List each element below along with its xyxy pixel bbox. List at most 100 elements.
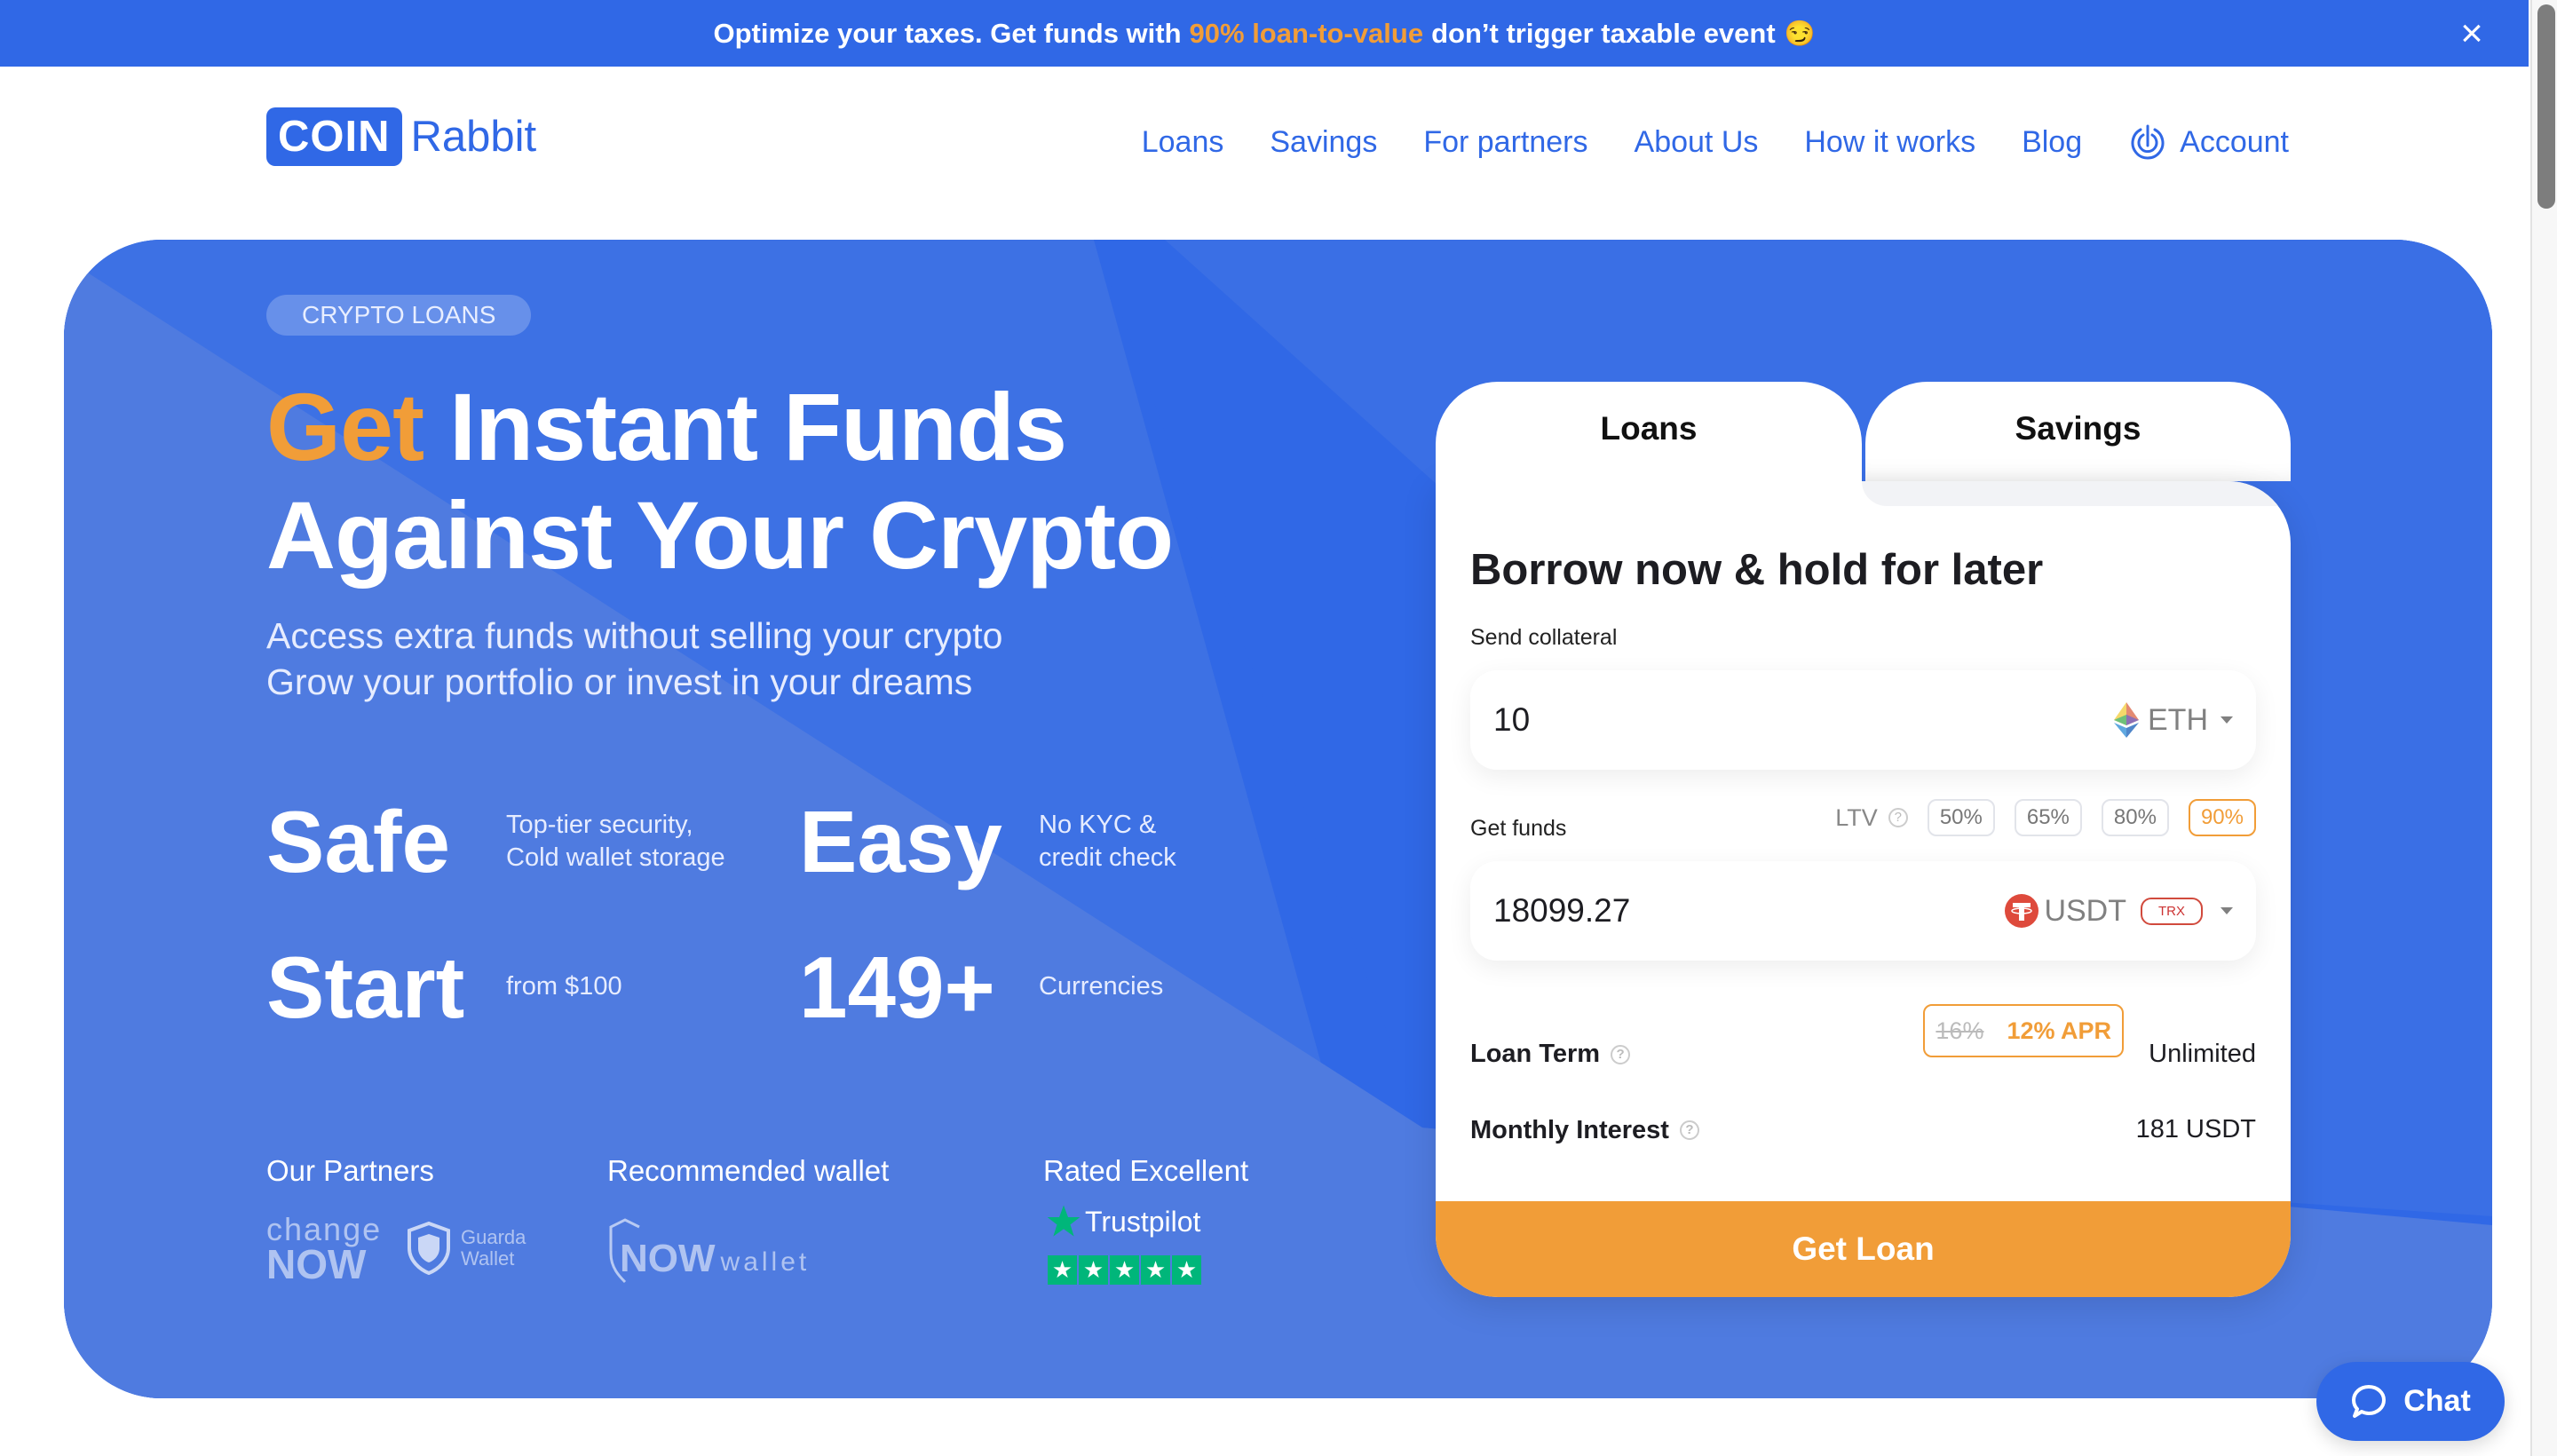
changenow-top: change bbox=[266, 1211, 383, 1247]
trustpilot-logo[interactable]: Trustpilot bbox=[1046, 1204, 1200, 1239]
stat-easy-line2: credit check bbox=[1039, 843, 1176, 872]
nav-blog[interactable]: Blog bbox=[2022, 125, 2082, 160]
get-currency-select[interactable]: USDT TRX bbox=[2005, 894, 2233, 929]
crypto-loans-pill: CRYPTO LOANS bbox=[266, 295, 532, 336]
account-link[interactable]: Account bbox=[2180, 125, 2289, 160]
get-funds-label: Get funds bbox=[1470, 816, 1567, 841]
banner-text-before: Optimize your taxes. Get funds with bbox=[713, 17, 1182, 49]
ltv-label: LTV bbox=[1835, 803, 1878, 831]
chat-label: Chat bbox=[2403, 1384, 2471, 1418]
tether-icon bbox=[2005, 894, 2039, 928]
help-icon[interactable]: ? bbox=[1888, 808, 1908, 827]
trustpilot-star-box: ★ bbox=[1110, 1255, 1139, 1285]
headline-line1: Instant Funds bbox=[449, 373, 1067, 480]
send-amount-input[interactable] bbox=[1493, 701, 2114, 739]
eth-icon bbox=[2114, 702, 2139, 738]
chevron-down-icon bbox=[2221, 907, 2233, 914]
trustpilot-rating: ★ ★ ★ ★ ★ bbox=[1048, 1255, 1203, 1285]
stat-start: Start bbox=[266, 938, 465, 1036]
hero-headline: Get Instant Funds Against Your Crypto bbox=[266, 373, 1174, 590]
nav-how-it-works[interactable]: How it works bbox=[1804, 125, 1975, 160]
send-currency-select[interactable]: ETH bbox=[2114, 702, 2233, 738]
get-funds-field: USDT TRX bbox=[1470, 861, 2256, 961]
chevron-down-icon bbox=[2221, 716, 2233, 724]
now-wallet-shield-icon bbox=[609, 1218, 640, 1284]
get-amount-input[interactable] bbox=[1493, 892, 2006, 930]
guarda-bottom: Wallet bbox=[461, 1247, 515, 1270]
ltv-selector: LTV ? 50% 65% 80% 90% bbox=[1835, 799, 2256, 836]
page-scrollbar[interactable] bbox=[2530, 0, 2557, 1456]
card-title: Borrow now & hold for later bbox=[1470, 546, 2044, 594]
tab-loans[interactable]: Loans bbox=[1436, 382, 1862, 506]
close-icon[interactable]: × bbox=[2454, 14, 2490, 53]
loan-term-label: Loan Term ? bbox=[1470, 1040, 1631, 1069]
guarda-text: Guarda Wallet bbox=[461, 1227, 526, 1270]
chat-bubble-icon bbox=[2352, 1384, 2387, 1418]
nav-loans[interactable]: Loans bbox=[1142, 125, 1224, 160]
network-badge: TRX bbox=[2141, 897, 2203, 925]
monthly-interest-value: 181 USDT bbox=[2135, 1115, 2256, 1143]
ltv-option-90[interactable]: 90% bbox=[2188, 799, 2256, 836]
account-power-icon bbox=[2131, 124, 2165, 160]
rated-excellent-title: Rated Excellent bbox=[1043, 1154, 1249, 1187]
trustpilot-text: Trustpilot bbox=[1085, 1205, 1201, 1238]
hero-subtitle: Access extra funds without selling your … bbox=[266, 613, 1003, 705]
tab-divider bbox=[1862, 481, 2291, 506]
banner-highlight: 90% loan-to-value bbox=[1189, 17, 1424, 49]
changenow-bottom: NOW bbox=[266, 1241, 367, 1287]
monthly-interest-text: Monthly Interest bbox=[1470, 1115, 1669, 1144]
ltv-option-80[interactable]: 80% bbox=[2101, 799, 2169, 836]
send-collateral-label: Send collateral bbox=[1470, 625, 1618, 650]
main-nav: Loans Savings For partners About Us How … bbox=[1096, 123, 2289, 162]
loan-card: Savings Borrow now & hold for later Send… bbox=[1436, 382, 2291, 1297]
now-wallet-logo[interactable]: NOW wallet bbox=[607, 1215, 810, 1286]
stat-easy-line1: No KYC & bbox=[1039, 811, 1157, 839]
subtitle-line1: Access extra funds without selling your … bbox=[266, 615, 1003, 656]
ltv-option-65[interactable]: 65% bbox=[2014, 799, 2082, 836]
stat-safe-line2: Cold wallet storage bbox=[506, 843, 725, 872]
guarda-top: Guarda bbox=[461, 1226, 526, 1248]
recommended-wallet-title: Recommended wallet bbox=[607, 1154, 890, 1187]
tab-savings[interactable]: Savings bbox=[1865, 382, 2291, 481]
tab-loans-label: Loans bbox=[1600, 410, 1698, 447]
stat-easy-desc: No KYC & credit check bbox=[1039, 809, 1176, 874]
scrollbar-thumb[interactable] bbox=[2537, 4, 2555, 209]
nav-for-partners[interactable]: For partners bbox=[1423, 125, 1587, 160]
nav-account[interactable]: Account bbox=[2128, 123, 2289, 162]
banner-text-after: don’t trigger taxable event bbox=[1431, 17, 1776, 49]
subtitle-line2: Grow your portfolio or invest in your dr… bbox=[266, 661, 973, 702]
logo-rabbit: Rabbit bbox=[410, 113, 537, 161]
help-icon[interactable]: ? bbox=[1679, 1120, 1699, 1140]
send-currency-label: ETH bbox=[2148, 702, 2208, 737]
stat-start-desc: from $100 bbox=[506, 972, 622, 1001]
chat-button[interactable]: Chat bbox=[2316, 1362, 2505, 1441]
headline-accent: Get bbox=[266, 373, 424, 480]
nav-savings[interactable]: Savings bbox=[1270, 125, 1377, 160]
nav-about-us[interactable]: About Us bbox=[1635, 125, 1759, 160]
coinrabbit-logo[interactable]: COIN Rabbit bbox=[266, 107, 536, 166]
stat-easy: Easy bbox=[799, 793, 1002, 890]
monthly-interest-label: Monthly Interest ? bbox=[1470, 1104, 1699, 1157]
promo-banner: Optimize your taxes. Get funds with 90% … bbox=[0, 0, 2529, 67]
help-icon[interactable]: ? bbox=[1611, 1044, 1631, 1064]
stat-safe-desc: Top-tier security, Cold wallet storage bbox=[506, 809, 725, 874]
changenow-logo[interactable]: change NOW bbox=[266, 1211, 383, 1287]
trustpilot-star-icon bbox=[1047, 1205, 1081, 1237]
send-collateral-field: ETH bbox=[1470, 670, 2256, 770]
stat-currencies: 149+ bbox=[799, 938, 995, 1036]
ltv-option-50[interactable]: 50% bbox=[1927, 799, 1995, 836]
stat-safe-line1: Top-tier security, bbox=[506, 811, 693, 839]
guarda-wallet-logo[interactable]: Guarda Wallet bbox=[406, 1222, 526, 1275]
stat-currencies-desc: Currencies bbox=[1039, 972, 1164, 1001]
trustpilot-star-box: ★ bbox=[1048, 1255, 1077, 1285]
loan-form: Borrow now & hold for later Send collate… bbox=[1436, 481, 2291, 1297]
get-loan-button[interactable]: Get Loan bbox=[1436, 1201, 2291, 1297]
partners-title: Our Partners bbox=[266, 1154, 434, 1187]
guarda-shield-icon bbox=[408, 1222, 450, 1275]
trustpilot-star-box: ★ bbox=[1172, 1255, 1201, 1285]
logo-coin: COIN bbox=[266, 107, 402, 166]
hero-section: CRYPTO LOANS Get Instant Funds Against Y… bbox=[64, 240, 2492, 1398]
smirk-emoji-icon: 😏 bbox=[1784, 20, 1816, 47]
loan-term-value: Unlimited bbox=[2149, 1040, 2256, 1068]
now-wallet-word: wallet bbox=[720, 1247, 811, 1277]
